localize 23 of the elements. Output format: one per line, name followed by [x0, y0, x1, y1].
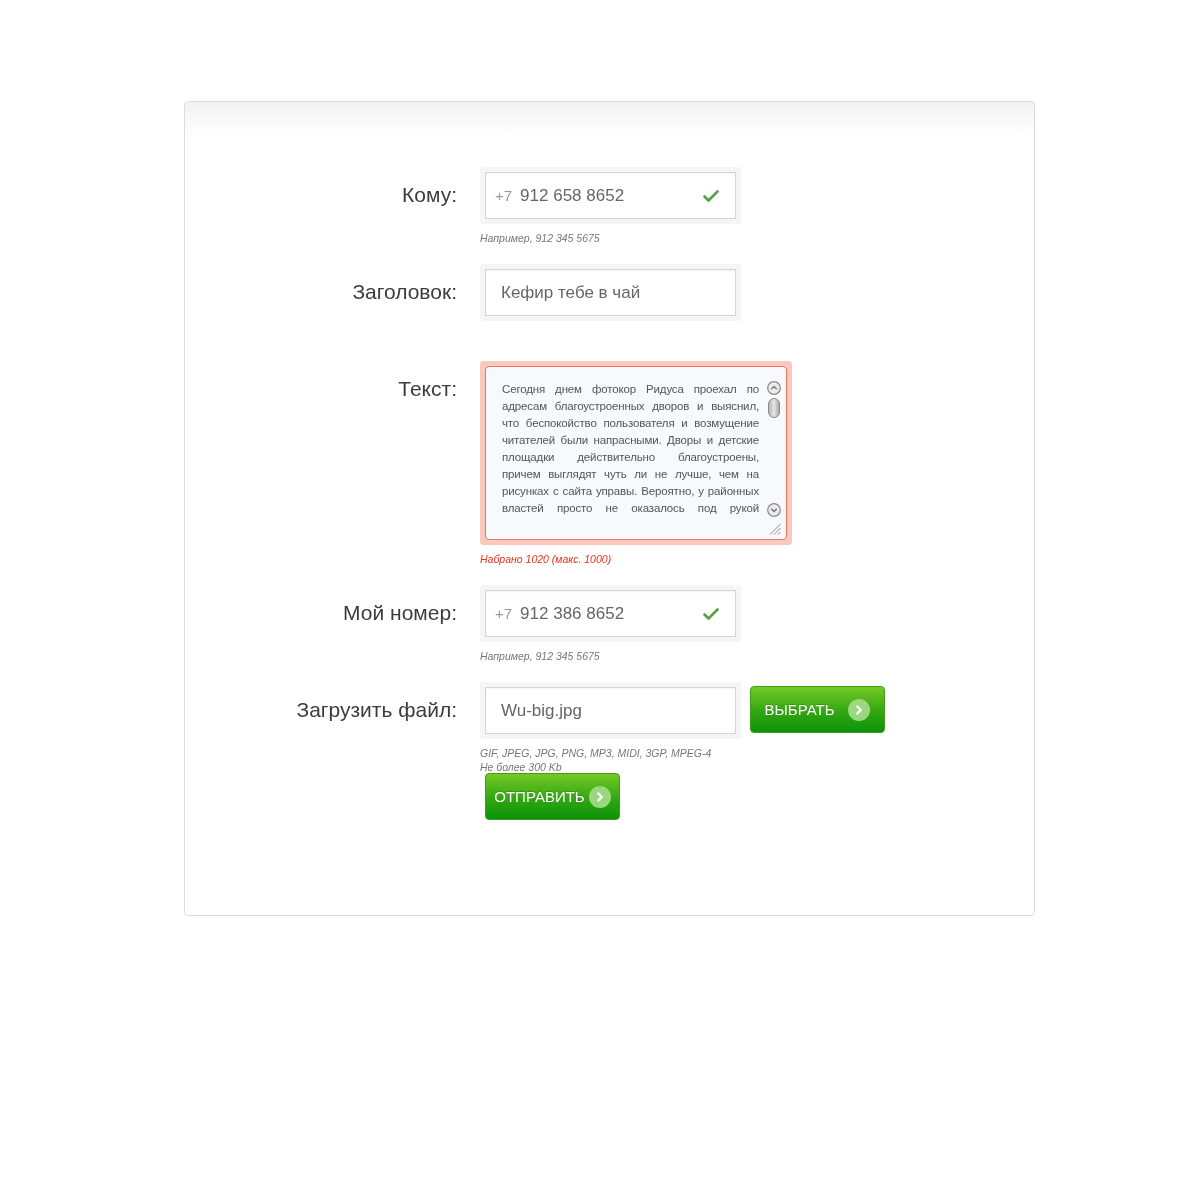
scrollbar-thumb[interactable] [768, 398, 780, 418]
field-label: Заголовок: [352, 279, 457, 305]
field-label: Кому: [402, 182, 457, 208]
hint-text: Например, 912 345 5675 [480, 649, 600, 663]
choose-file-button[interactable]: ВЫБРАТЬ [750, 686, 885, 733]
field-label: Загрузить файл: [296, 697, 457, 723]
file-field[interactable]: Wu-big.jpg [480, 682, 741, 739]
hint-text: Например, 912 345 5675 [480, 231, 600, 245]
scroll-up-icon[interactable] [767, 381, 781, 395]
resize-grip-icon[interactable] [769, 523, 781, 535]
phone-field[interactable]: +7 912 658 8652 [480, 167, 741, 224]
field-label: Текст: [398, 376, 457, 402]
hint-text: GIF, JPEG, JPG, PNG, MP3, MIDI, 3GP, MPEG-4 [480, 746, 712, 760]
field-label: Мой номер: [343, 600, 457, 626]
scroll-down-icon[interactable] [767, 503, 781, 517]
error-message: Набрано 1020 (макс. 1000) [480, 552, 612, 566]
phone-field[interactable]: +7 912 386 8652 [480, 585, 741, 642]
chevron-icon [848, 698, 871, 721]
submit-button[interactable]: ОТПРАВИТЬ [485, 773, 620, 820]
title-field[interactable]: Кефир тебе в чай [480, 264, 741, 321]
chevron-icon [588, 785, 611, 808]
message-textarea[interactable]: Сегодня днем фотокор Ридуса проехал по адресам благоустроенных дворов и выяснил, что беспокойство пользователя и возмущение читателей были напрасными. Дворы и детские площадки действительно благоустроены, причем выглядят чуть ли не лучше, чем на рисунках с сайта управы. Вероятно, у районных властей просто не оказалось под рукой [480, 361, 792, 545]
hint-text: Не более 300 Kb [480, 760, 562, 774]
